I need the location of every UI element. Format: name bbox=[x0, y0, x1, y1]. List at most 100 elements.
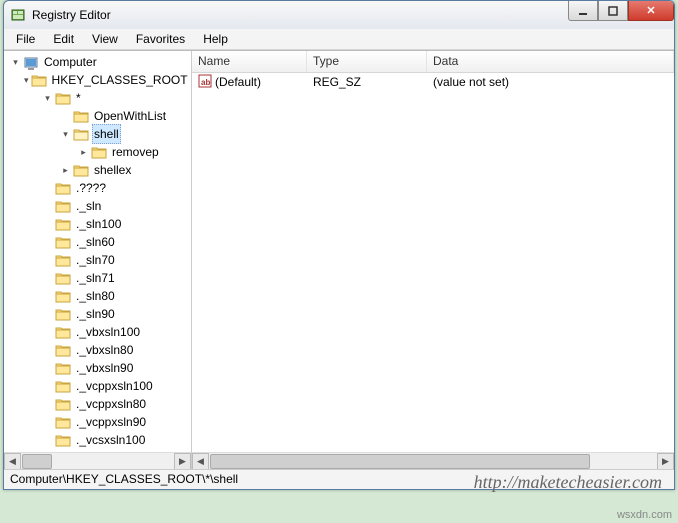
titlebar[interactable]: Registry Editor ✕ bbox=[4, 1, 674, 29]
tree-item[interactable]: ▾ HKEY_CLASSES_ROOT bbox=[6, 71, 189, 89]
col-type[interactable]: Type bbox=[307, 51, 427, 72]
no-toggle bbox=[42, 201, 53, 212]
client-area: ▾Computer▾HKEY_CLASSES_ROOT▾*OpenWithLis… bbox=[4, 50, 674, 469]
folder-open-icon bbox=[73, 128, 89, 141]
tree-item[interactable]: ._sln60 bbox=[6, 233, 189, 251]
list-row[interactable]: ab(Default)REG_SZ(value not set) bbox=[192, 73, 674, 91]
no-toggle bbox=[42, 183, 53, 194]
no-toggle bbox=[42, 327, 53, 338]
tree-item[interactable]: ._vcsxsln100 bbox=[6, 431, 189, 449]
tree-item-label: ._sln80 bbox=[74, 287, 117, 305]
no-toggle bbox=[42, 309, 53, 320]
no-toggle bbox=[42, 219, 53, 230]
tree-item-label: ._sln100 bbox=[74, 215, 123, 233]
tree-item[interactable]: OpenWithList bbox=[6, 107, 189, 125]
tree-item-label: * bbox=[74, 89, 83, 107]
scroll-left-icon[interactable]: ◀ bbox=[4, 453, 21, 470]
tree-item-label: removep bbox=[110, 143, 161, 161]
tree-view[interactable]: ▾Computer▾HKEY_CLASSES_ROOT▾*OpenWithLis… bbox=[4, 51, 191, 452]
computer-icon bbox=[23, 56, 39, 69]
menu-help[interactable]: Help bbox=[195, 30, 236, 48]
tree-item[interactable]: ▾ Computer bbox=[6, 53, 189, 71]
menu-view[interactable]: View bbox=[84, 30, 126, 48]
folder-icon bbox=[31, 74, 47, 87]
folder-icon bbox=[55, 272, 71, 285]
folder-icon bbox=[73, 164, 89, 177]
col-data[interactable]: Data bbox=[427, 51, 674, 72]
no-toggle bbox=[42, 273, 53, 284]
folder-icon bbox=[91, 146, 107, 159]
folder-icon bbox=[55, 344, 71, 357]
tree-item[interactable]: ._sln100 bbox=[6, 215, 189, 233]
tree-item[interactable]: ▾ shell bbox=[6, 125, 189, 143]
cell-data: (value not set) bbox=[427, 75, 674, 89]
tree-item[interactable]: ▸shellex bbox=[6, 161, 189, 179]
tree-item[interactable]: ▸ removep bbox=[6, 143, 189, 161]
menu-file[interactable]: File bbox=[8, 30, 43, 48]
tree-item-label: ._vcppxsln80 bbox=[74, 395, 148, 413]
folder-icon bbox=[55, 362, 71, 375]
no-toggle bbox=[42, 399, 53, 410]
no-toggle bbox=[42, 435, 53, 446]
no-toggle bbox=[42, 237, 53, 248]
list-body[interactable]: ab(Default)REG_SZ(value not set) bbox=[192, 73, 674, 452]
tree-item[interactable]: ▾* bbox=[6, 89, 189, 107]
collapse-icon[interactable]: ▾ bbox=[10, 57, 21, 68]
minimize-button[interactable] bbox=[568, 1, 598, 21]
folder-icon bbox=[55, 380, 71, 393]
svg-text:ab: ab bbox=[201, 78, 210, 87]
tree-item[interactable]: ._vbxsln80 bbox=[6, 341, 189, 359]
folder-icon bbox=[55, 254, 71, 267]
scroll-right-icon[interactable]: ▶ bbox=[657, 453, 674, 470]
folder-icon bbox=[55, 326, 71, 339]
col-name[interactable]: Name bbox=[192, 51, 307, 72]
folder-icon bbox=[55, 200, 71, 213]
scroll-left-icon[interactable]: ◀ bbox=[192, 453, 209, 470]
menu-favorites[interactable]: Favorites bbox=[128, 30, 193, 48]
no-toggle bbox=[60, 111, 71, 122]
statusbar: Computer\HKEY_CLASSES_ROOT\*\shell bbox=[4, 469, 674, 489]
no-toggle bbox=[42, 381, 53, 392]
tree-item[interactable]: ._sln71 bbox=[6, 269, 189, 287]
tree-item[interactable]: ._vcppxsln80 bbox=[6, 395, 189, 413]
tree-item[interactable]: ._vbxsln90 bbox=[6, 359, 189, 377]
folder-icon bbox=[55, 236, 71, 249]
close-button[interactable]: ✕ bbox=[628, 1, 674, 21]
collapse-icon[interactable]: ▾ bbox=[24, 75, 29, 86]
tree-item[interactable]: ._sln80 bbox=[6, 287, 189, 305]
tree-item[interactable]: ._sln90 bbox=[6, 305, 189, 323]
scroll-right-icon[interactable]: ▶ bbox=[174, 453, 191, 470]
tree-item-label: ._sln60 bbox=[74, 233, 117, 251]
scroll-thumb[interactable] bbox=[210, 454, 590, 469]
tree-item-label: HKEY_CLASSES_ROOT bbox=[50, 71, 190, 89]
folder-icon bbox=[55, 182, 71, 195]
menubar: File Edit View Favorites Help bbox=[4, 29, 674, 50]
cell-name: ab(Default) bbox=[192, 74, 307, 91]
tree-item[interactable]: ._vcppxsln100 bbox=[6, 377, 189, 395]
no-toggle bbox=[42, 291, 53, 302]
maximize-button[interactable] bbox=[598, 1, 628, 21]
expand-icon[interactable]: ▸ bbox=[78, 147, 89, 158]
tree-item-label: ._sln bbox=[74, 197, 103, 215]
list-hscrollbar[interactable]: ◀ ▶ bbox=[192, 452, 674, 469]
registry-editor-window: Registry Editor ✕ File Edit View Favorit… bbox=[3, 0, 675, 490]
expand-icon[interactable]: ▸ bbox=[60, 165, 71, 176]
tree-item-label: ._vbxsln80 bbox=[74, 341, 135, 359]
tree-item-label: shell bbox=[92, 124, 121, 144]
tree-item[interactable]: ._sln bbox=[6, 197, 189, 215]
collapse-icon[interactable]: ▾ bbox=[42, 93, 53, 104]
tree-item[interactable]: ._vbxsln100 bbox=[6, 323, 189, 341]
scroll-thumb[interactable] bbox=[22, 454, 52, 469]
tree-item-label: Computer bbox=[42, 53, 99, 71]
no-toggle bbox=[42, 363, 53, 374]
tree-item[interactable]: .???? bbox=[6, 179, 189, 197]
tree-item-label: ._vcsxsln100 bbox=[74, 431, 147, 449]
tree-item-label: OpenWithList bbox=[92, 107, 168, 125]
folder-icon bbox=[55, 434, 71, 447]
tree-item[interactable]: ._sln70 bbox=[6, 251, 189, 269]
tree-item[interactable]: ._vcppxsln90 bbox=[6, 413, 189, 431]
folder-icon bbox=[55, 308, 71, 321]
tree-hscrollbar[interactable]: ◀ ▶ bbox=[4, 452, 191, 469]
collapse-icon[interactable]: ▾ bbox=[60, 129, 71, 140]
menu-edit[interactable]: Edit bbox=[45, 30, 82, 48]
